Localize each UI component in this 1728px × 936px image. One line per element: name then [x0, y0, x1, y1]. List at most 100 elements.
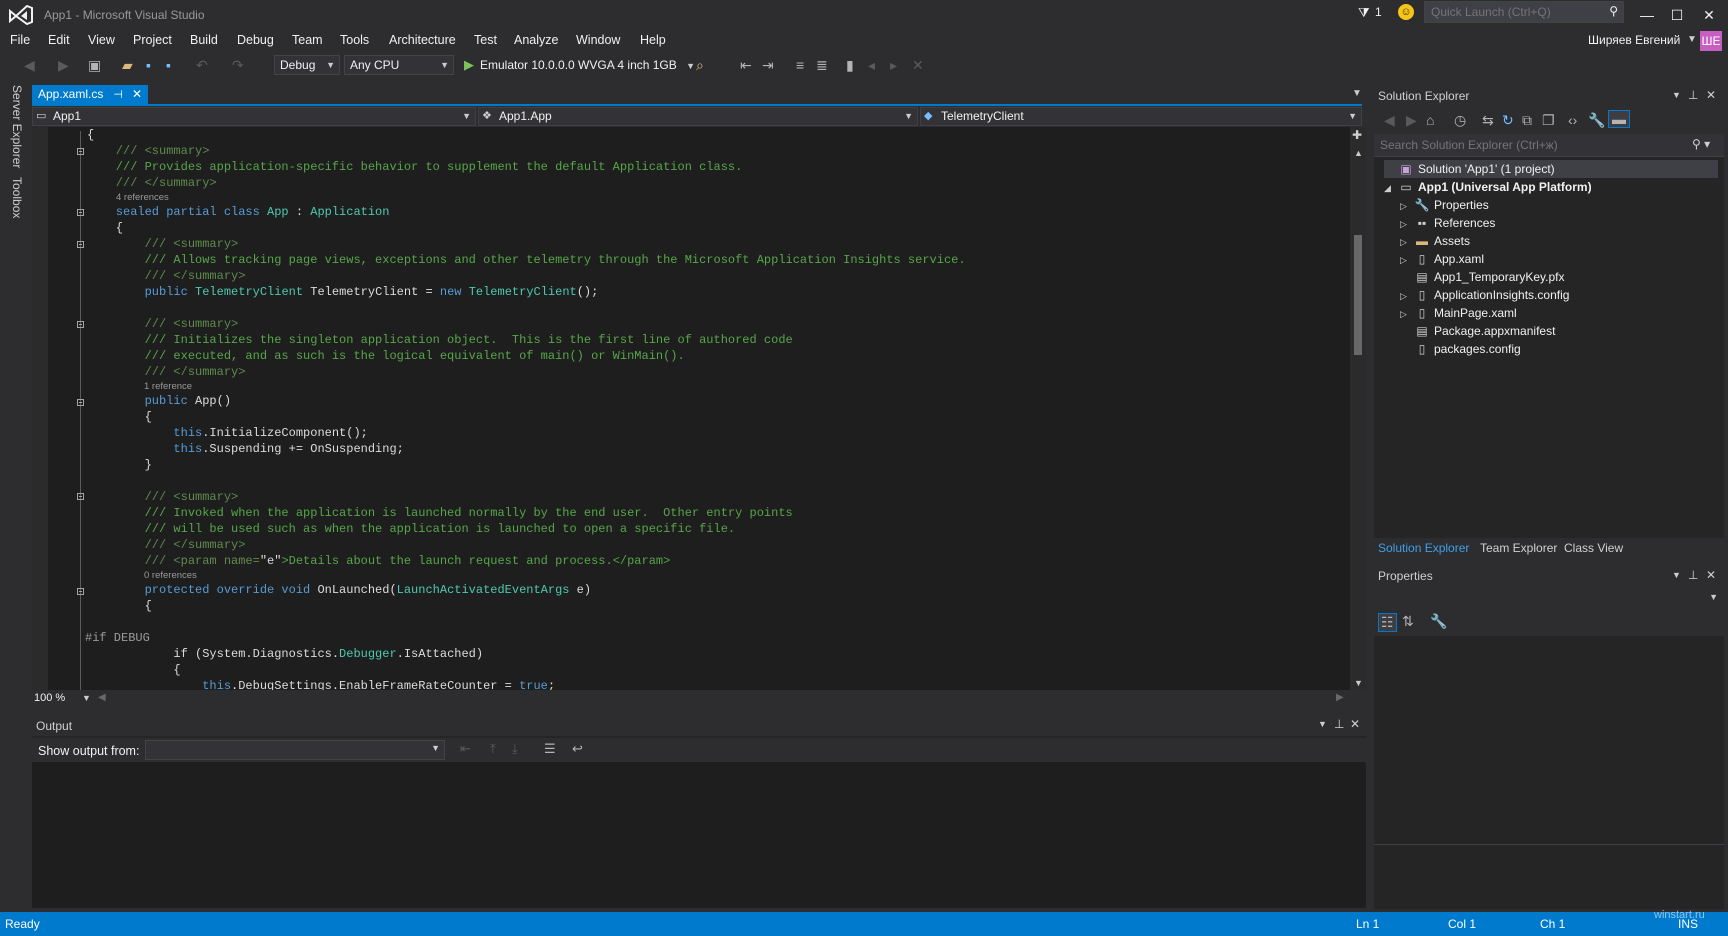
- collapsed-arrow-icon[interactable]: ▷: [1400, 305, 1414, 323]
- tab-class-view[interactable]: Class View: [1564, 541, 1623, 555]
- navigate-forward-icon[interactable]: ▶: [58, 57, 69, 74]
- collapse-region-icon[interactable]: [77, 241, 84, 248]
- menu-window[interactable]: Window: [576, 33, 620, 47]
- indent-icon[interactable]: ≣: [816, 57, 828, 74]
- properties-grid[interactable]: [1374, 636, 1724, 844]
- pin-icon[interactable]: ⊥: [1334, 717, 1344, 731]
- navigate-back-icon[interactable]: ◀: [24, 57, 35, 74]
- tree-item-properties[interactable]: ▷ 🔧 Properties: [1400, 196, 1489, 214]
- scrollbar-thumb[interactable]: [1354, 235, 1362, 355]
- save-icon[interactable]: ▪: [146, 57, 151, 73]
- next-message-icon[interactable]: ⤓: [512, 741, 518, 757]
- menu-project[interactable]: Project: [133, 33, 172, 47]
- toolbox-tab[interactable]: Toolbox: [10, 177, 24, 218]
- menu-test[interactable]: Test: [474, 33, 497, 47]
- minimize-button[interactable]: —: [1632, 4, 1662, 26]
- close-icon[interactable]: ✕: [1350, 717, 1360, 731]
- project-combo[interactable]: ▭ App1 ▼: [32, 107, 476, 126]
- collapse-region-icon[interactable]: [77, 493, 84, 500]
- categorized-icon[interactable]: ☷: [1378, 613, 1397, 632]
- menu-build[interactable]: Build: [190, 33, 218, 47]
- collapsed-arrow-icon[interactable]: ▷: [1400, 215, 1414, 233]
- server-explorer-tab[interactable]: Server Explorer: [10, 85, 24, 168]
- scroll-down-icon[interactable]: ▼: [1354, 678, 1363, 688]
- pin-icon[interactable]: ⊥: [1688, 88, 1698, 102]
- tab-solution-explorer[interactable]: Solution Explorer: [1378, 541, 1469, 555]
- undo-icon[interactable]: ↶: [196, 57, 208, 74]
- refresh-icon[interactable]: ↻: [1502, 112, 1514, 129]
- previous-bookmark-icon[interactable]: ◂: [868, 57, 875, 74]
- close-icon[interactable]: ✕: [132, 87, 142, 101]
- menu-tools[interactable]: Tools: [340, 33, 369, 47]
- avatar[interactable]: ШЕ: [1700, 31, 1722, 51]
- collapsed-arrow-icon[interactable]: ▷: [1400, 233, 1414, 251]
- expanded-arrow-icon[interactable]: ◢: [1384, 179, 1398, 197]
- editor-vertical-scrollbar[interactable]: [1350, 127, 1366, 690]
- collapse-region-icon[interactable]: [77, 588, 84, 595]
- output-text-area[interactable]: [32, 762, 1366, 908]
- show-all-files-icon[interactable]: ❐: [1542, 112, 1555, 129]
- search-icon[interactable]: ⚲: [1609, 4, 1618, 18]
- menu-edit[interactable]: Edit: [48, 33, 70, 47]
- properties-wrench-icon[interactable]: 🔧: [1588, 112, 1605, 129]
- code-text[interactable]: { /// <summary> /// Provides application…: [85, 127, 966, 693]
- find-in-files-icon[interactable]: ⌕: [696, 57, 704, 74]
- tree-item-application-insights-config[interactable]: ▷ ▯ ApplicationInsights.config: [1400, 286, 1569, 304]
- collapsed-arrow-icon[interactable]: ▷: [1400, 251, 1414, 269]
- forward-icon[interactable]: ▶: [1406, 112, 1417, 129]
- view-code-icon[interactable]: ‹›: [1568, 112, 1577, 128]
- feedback-smiley-icon[interactable]: ☺: [1398, 4, 1414, 20]
- tree-item-solution[interactable]: ▣ Solution 'App1' (1 project): [1384, 160, 1718, 178]
- zoom-level[interactable]: 100 %: [34, 692, 65, 704]
- notification-flag-icon[interactable]: ⧩: [1358, 5, 1370, 21]
- previous-message-icon[interactable]: ⤒: [490, 741, 496, 757]
- maximize-button[interactable]: ☐: [1662, 4, 1692, 26]
- save-all-icon[interactable]: ▪: [166, 57, 171, 73]
- window-position-chevron-icon[interactable]: ▼: [1318, 719, 1327, 729]
- bookmark-icon[interactable]: ▮: [846, 57, 854, 74]
- tree-item-project[interactable]: ◢ ▭ App1 (Universal App Platform): [1384, 178, 1592, 196]
- split-window-icon[interactable]: ✚: [1352, 128, 1362, 142]
- scroll-up-icon[interactable]: ▲: [1354, 148, 1363, 158]
- next-bookmark-icon[interactable]: ▸: [890, 57, 897, 74]
- solution-explorer-search-input[interactable]: [1378, 137, 1682, 153]
- quick-launch-input[interactable]: [1425, 2, 1607, 22]
- tab-app-xaml-cs[interactable]: App.xaml.cs ⊣ ✕: [32, 85, 149, 104]
- platform-select[interactable]: Any CPU ▼: [344, 55, 454, 75]
- pin-icon[interactable]: ⊣: [113, 89, 123, 101]
- indicator-margin[interactable]: [32, 127, 48, 690]
- codelens-references[interactable]: 4 references: [116, 192, 169, 204]
- word-wrap-icon[interactable]: ↩: [572, 741, 583, 757]
- redo-icon[interactable]: ↷: [232, 57, 244, 74]
- pending-changes-icon[interactable]: ◷: [1454, 112, 1466, 129]
- codelens-references[interactable]: 1 reference: [144, 381, 192, 393]
- collapsed-arrow-icon[interactable]: ▷: [1400, 197, 1414, 215]
- tree-item-assets[interactable]: ▷ ▬ Assets: [1400, 232, 1470, 250]
- codelens-references[interactable]: 0 references: [144, 570, 197, 582]
- step-over-icon[interactable]: ⇥: [762, 57, 774, 74]
- menu-help[interactable]: Help: [640, 33, 666, 47]
- menu-file[interactable]: File: [10, 33, 30, 47]
- preview-selected-icon[interactable]: ▬: [1608, 110, 1630, 128]
- tree-item-app-xaml[interactable]: ▷ ▯ App.xaml: [1400, 250, 1484, 268]
- menu-team[interactable]: Team: [292, 33, 323, 47]
- close-icon[interactable]: ✕: [1706, 88, 1716, 102]
- new-project-icon[interactable]: ▣: [88, 57, 101, 74]
- tree-item-temporary-key[interactable]: ▤ App1_TemporaryKey.pfx: [1400, 268, 1564, 286]
- clear-all-icon[interactable]: ☰: [544, 741, 556, 757]
- type-combo[interactable]: ❖ App1.App ▼: [478, 107, 918, 126]
- alphabetical-icon[interactable]: ⇅: [1402, 613, 1414, 630]
- collapse-region-icon[interactable]: [77, 321, 84, 328]
- pin-icon[interactable]: ⊥: [1688, 568, 1698, 582]
- step-into-icon[interactable]: ⇤: [740, 57, 752, 74]
- tree-item-package-manifest[interactable]: ▤ Package.appxmanifest: [1400, 322, 1555, 340]
- collapsed-arrow-icon[interactable]: ▷: [1400, 287, 1414, 305]
- configuration-select[interactable]: Debug ▼: [274, 55, 340, 75]
- window-position-chevron-icon[interactable]: ▼: [1672, 90, 1681, 100]
- tree-item-references[interactable]: ▷ ▪▪ References: [1400, 214, 1495, 232]
- clear-bookmarks-icon[interactable]: ✕: [912, 57, 924, 74]
- home-icon[interactable]: ⌂: [1426, 112, 1434, 128]
- scroll-left-icon[interactable]: ◀: [98, 692, 106, 703]
- property-pages-icon[interactable]: 🔧: [1430, 613, 1447, 630]
- output-source-select[interactable]: ▼: [145, 740, 445, 760]
